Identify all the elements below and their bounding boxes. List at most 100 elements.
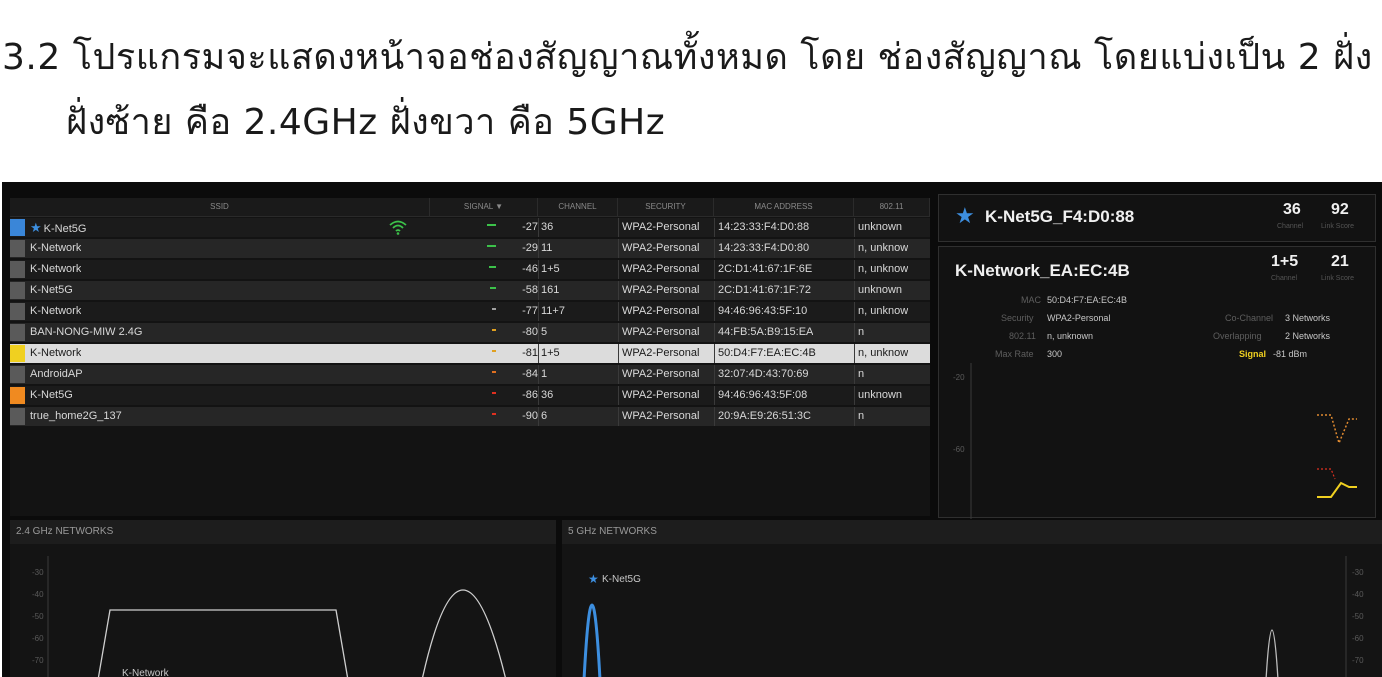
cell-phy: n	[858, 323, 864, 342]
cell-text: WPA2-Personal	[622, 221, 700, 233]
cell-text: n, unknow	[858, 263, 909, 275]
table-row[interactable]: K-Network -81 1+5 WPA2-Personal 50:D4:F7:EA:…	[10, 344, 930, 363]
cell-text: n, unknow	[858, 347, 909, 359]
cell-mac: 2C:D1:41:67:1F:72	[718, 281, 811, 300]
cell-mac: 94:46:96:43:5F:10	[718, 302, 807, 321]
column-divider	[854, 386, 855, 405]
cell-text: -77	[522, 305, 538, 317]
cell-text: K-Network	[30, 242, 82, 254]
cell-phy: n, unknow	[858, 302, 908, 321]
table-row[interactable]: true_home2G_137 -90 6 WPA2-Personal 20:9A:E9…	[10, 407, 930, 426]
cell-phy: n, unknow	[858, 344, 908, 363]
cell-security: WPA2-Personal	[622, 365, 699, 384]
cell-phy: unknown	[858, 218, 902, 237]
cell-phy: n, unknow	[858, 260, 908, 279]
cell-channel: 11	[541, 239, 552, 258]
cell-ssid: K-Net5G	[30, 386, 73, 405]
signal-strength-bar	[489, 266, 496, 268]
table-row[interactable]: BAN-NONG-MIW 2.4G -80 5 WPA2-Personal 44:FB:…	[10, 323, 930, 342]
color-swatch[interactable]	[10, 387, 25, 404]
table-row[interactable]: K-Net5G -86 36 WPA2-Personal 94:46:96:43:5F:…	[10, 386, 930, 405]
color-swatch[interactable]	[10, 261, 25, 278]
cell-security: WPA2-Personal	[622, 218, 699, 237]
cell-signal: -27	[508, 218, 538, 237]
color-swatch[interactable]	[10, 303, 25, 320]
table-row[interactable]: ★ K-Net5G -27 36 WPA2-Personal 14:23:33:F4:D0…	[10, 218, 930, 237]
cell-text: K-Network	[30, 305, 82, 317]
column-channel[interactable]: CHANNEL	[538, 198, 618, 216]
column-divider	[618, 218, 619, 237]
column-divider	[714, 344, 715, 363]
cell-text: -81	[522, 347, 538, 359]
column-security[interactable]: SECURITY	[618, 198, 714, 216]
caption-line-1: 3.2 โปรแกรมจะแสดงหน้าจอช่องสัญญาณทั้งหมด…	[2, 37, 1373, 78]
cell-text: 1+5	[541, 263, 560, 275]
cell-channel: 11+7	[541, 302, 565, 321]
cell-text: WPA2-Personal	[622, 305, 700, 317]
color-swatch[interactable]	[10, 240, 25, 257]
column-divider	[618, 344, 619, 363]
column-divider	[854, 344, 855, 363]
card-link-score-label: Link Score	[1321, 223, 1355, 230]
color-swatch[interactable]	[10, 345, 25, 362]
cell-mac: 44:FB:5A:B9:15:EA	[718, 323, 813, 342]
table-row[interactable]: AndroidAP -84 1 WPA2-Personal 32:07:4D:43:70…	[10, 365, 930, 384]
cell-text: WPA2-Personal	[622, 284, 700, 296]
signal-strength-bar	[492, 329, 496, 331]
cell-phy: n, unknow	[858, 239, 908, 258]
star-icon[interactable]: ★	[30, 220, 42, 235]
column-mac-address[interactable]: MAC ADDRESS	[714, 198, 854, 216]
column-divider	[854, 260, 855, 279]
table-row[interactable]: K-Network -46 1+5 WPA2-Personal 2C:D1:41:67:…	[10, 260, 930, 279]
column-divider	[538, 365, 539, 384]
cell-ssid: K-Net5G	[30, 281, 73, 300]
cell-channel: 1+5	[541, 344, 560, 363]
color-swatch[interactable]	[10, 219, 25, 236]
cell-channel: 5	[541, 323, 547, 342]
card-channel-label: Channel	[1277, 223, 1304, 230]
color-swatch[interactable]	[10, 282, 25, 299]
column-divider	[854, 281, 855, 300]
color-swatch[interactable]	[10, 366, 25, 383]
cell-text: 1+5	[541, 347, 560, 359]
cell-mac: 14:23:33:F4:D0:88	[718, 218, 809, 237]
cell-text: n	[858, 368, 865, 380]
cell-text: unknown	[858, 284, 903, 296]
cell-text: -29	[522, 242, 538, 254]
cell-text: WPA2-Personal	[622, 347, 700, 359]
cell-text: WPA2-Personal	[622, 389, 700, 401]
cell-text: 161	[541, 284, 560, 296]
cell-signal: -81	[508, 344, 538, 363]
cell-signal: -58	[508, 281, 538, 300]
cell-channel: 161	[541, 281, 559, 300]
cell-text: K-Net5G	[30, 389, 73, 401]
column-divider	[714, 260, 715, 279]
channel-graph-2-4ghz	[47, 556, 506, 677]
cell-text: BAN-NONG-MIW 2.4G	[30, 326, 143, 338]
signal-strength-bar	[492, 350, 496, 352]
table-row[interactable]: K-Net5G -58 161 WPA2-Personal 2C:D1:41:67:1F…	[10, 281, 930, 300]
column-ssid[interactable]: SSID	[10, 198, 430, 216]
cell-text: 2C:D1:41:67:1F:6E	[718, 263, 813, 275]
cell-security: WPA2-Personal	[622, 260, 699, 279]
connected-network-card[interactable]: ★ K-Net5G_F4:D0:88 36 Channel 92 Link Sc…	[938, 194, 1376, 242]
cell-text: K-Net5G	[43, 223, 87, 235]
signal-strength-bar	[490, 287, 496, 289]
cell-channel: 6	[541, 407, 547, 426]
cell-mac: 50:D4:F7:EA:EC:4B	[718, 344, 816, 363]
cell-ssid: K-Network	[30, 239, 81, 258]
column-signal[interactable]: SIGNAL ▼	[430, 198, 538, 216]
color-swatch[interactable]	[10, 408, 25, 425]
table-row[interactable]: K-Network -77 11+7 WPA2-Personal 94:46:96:43…	[10, 302, 930, 321]
signal-strength-bar	[492, 308, 496, 310]
cell-phy: unknown	[858, 281, 902, 300]
color-swatch[interactable]	[10, 324, 25, 341]
cell-text: n, unknow	[858, 305, 909, 317]
column-divider	[618, 407, 619, 426]
table-row[interactable]: K-Network -29 11 WPA2-Personal 14:23:33:F4:D…	[10, 239, 930, 258]
card-link-score: 92	[1331, 201, 1349, 218]
column-divider	[854, 323, 855, 342]
column-80211[interactable]: 802.11	[854, 198, 930, 216]
column-divider	[618, 386, 619, 405]
column-divider	[714, 386, 715, 405]
